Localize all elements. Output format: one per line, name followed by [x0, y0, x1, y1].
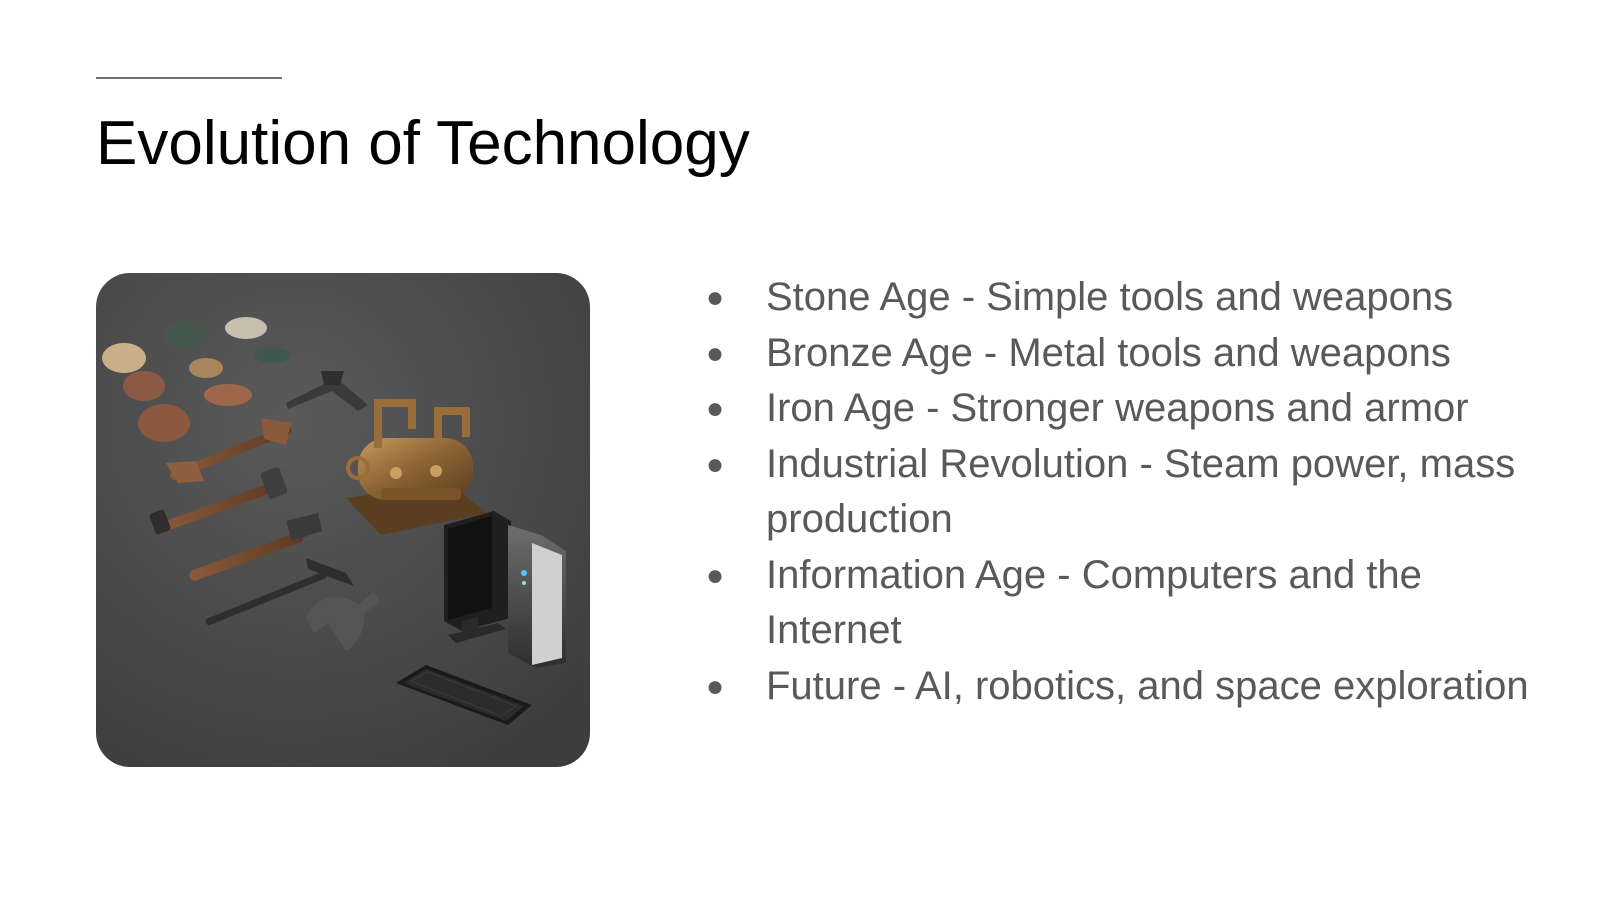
slide-title: Evolution of Technology [96, 109, 750, 178]
bullet-dot-icon: ● [706, 392, 725, 425]
bullet-item-future: ● Future - AI, robotics, and space explo… [706, 659, 1546, 715]
bullet-dot-icon: ● [706, 447, 725, 481]
bullet-item-information-age: ● Information Age - Computers and the In… [706, 548, 1546, 659]
technology-evolution-image [96, 273, 590, 767]
bullet-item-iron-age: ● Iron Age - Stronger weapons and armor [706, 381, 1546, 437]
slide: Evolution of Technology ● Stone Age - Si… [0, 0, 1600, 900]
bullet-text: Industrial Revolution - Steam power, mas… [766, 441, 1516, 542]
bullet-text: Iron Age - Stronger weapons and armor [766, 386, 1469, 430]
bullet-item-stone-age: ● Stone Age - Simple tools and weapons [706, 270, 1546, 326]
bullet-text: Information Age - Computers and the Inte… [766, 552, 1422, 653]
bullet-dot-icon: ● [706, 558, 725, 592]
bullet-item-bronze-age: ● Bronze Age - Metal tools and weapons [706, 326, 1546, 382]
bullet-dot-icon: ● [706, 281, 725, 314]
bullet-text: Future - AI, robotics, and space explora… [766, 663, 1529, 708]
bullet-item-industrial-revolution: ● Industrial Revolution - Steam power, m… [706, 437, 1546, 548]
bullet-text: Bronze Age - Metal tools and weapons [766, 330, 1451, 375]
bullet-dot-icon: ● [706, 669, 725, 703]
bullet-list: ● Stone Age - Simple tools and weapons ●… [706, 270, 1546, 714]
bullet-text: Stone Age - Simple tools and weapons [766, 275, 1454, 319]
title-accent-line [96, 77, 282, 79]
bullet-dot-icon: ● [706, 336, 725, 370]
